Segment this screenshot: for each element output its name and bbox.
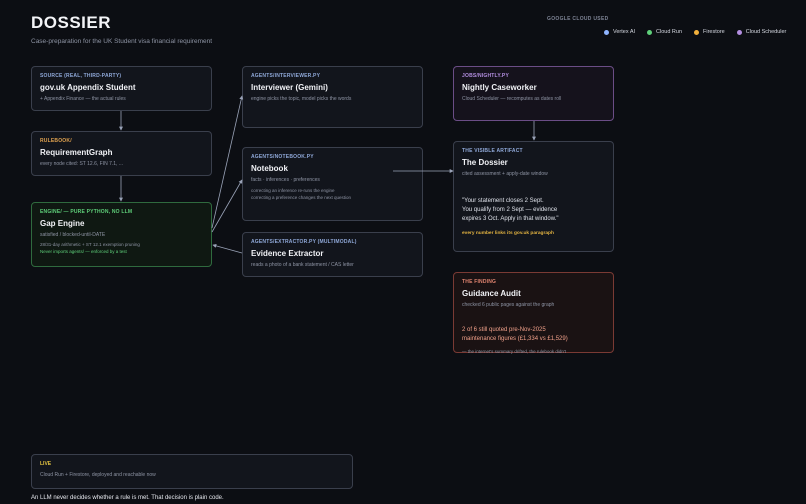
arrow-engine-to-interviewer: [211, 95, 244, 229]
connector-arrows: [119, 95, 536, 254]
arrow-engine-to-notebook: [211, 179, 243, 233]
arrow-extractor-to-engine: [212, 243, 243, 254]
